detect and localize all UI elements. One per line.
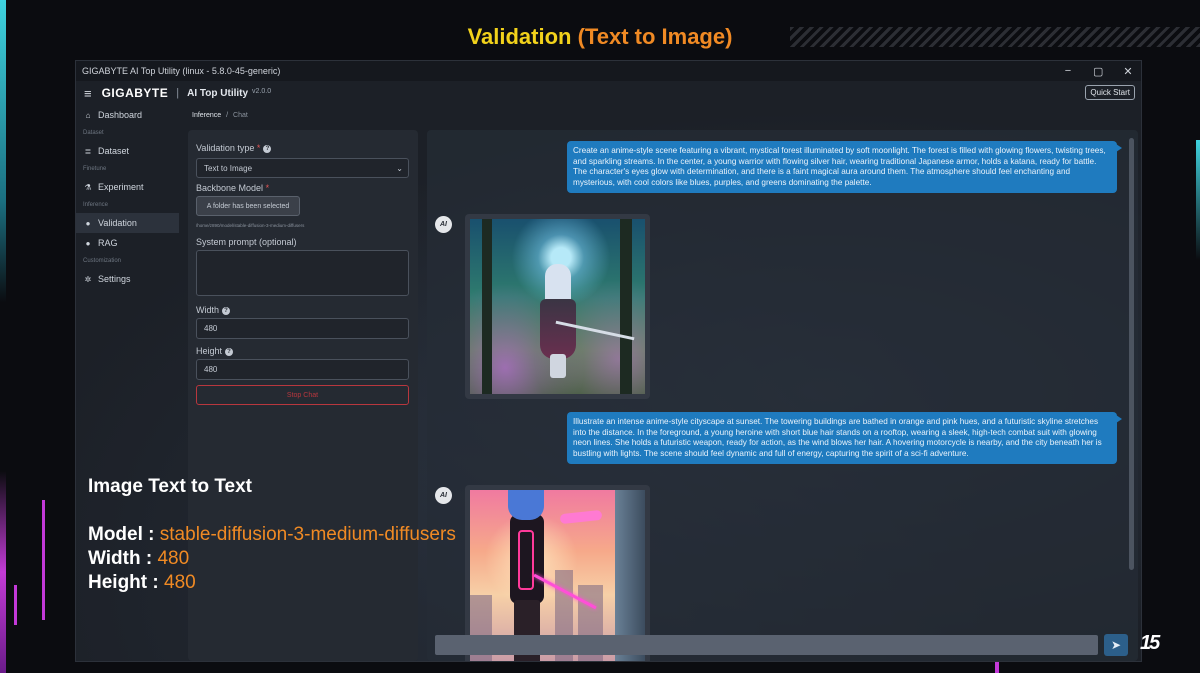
sidebar-item-validation[interactable]: ● Validation xyxy=(76,213,179,233)
sidebar-item-label: Dashboard xyxy=(98,110,143,120)
pink-bar-decoration xyxy=(14,585,17,625)
window-controls: − ▢ ✕ xyxy=(1063,61,1133,81)
app-name: AI Top Utility xyxy=(187,87,249,99)
window-title: GIGABYTE AI Top Utility (linux - 5.8.0-4… xyxy=(82,66,281,76)
sidebar: ⌂ Dashboard Dataset ≣ Dataset Finetune ⚗… xyxy=(76,105,179,289)
minimize-icon[interactable]: − xyxy=(1063,65,1073,77)
maximize-icon[interactable]: ▢ xyxy=(1093,65,1103,78)
sidebar-item-label: Experiment xyxy=(98,182,144,192)
width-label: Width? xyxy=(196,305,231,315)
help-icon[interactable]: ? xyxy=(263,145,272,153)
user-prompt-bubble: Create an anime-style scene featuring a … xyxy=(567,141,1122,194)
heroine-hair xyxy=(508,490,544,520)
window-titlebar: GIGABYTE AI Top Utility (linux - 5.8.0-4… xyxy=(76,61,1141,81)
app-version: v2.0.0 xyxy=(252,87,272,95)
chat-scrollbar[interactable] xyxy=(1129,138,1134,570)
backbone-model-label: Backbone Model * xyxy=(196,183,270,193)
database-icon: ≣ xyxy=(84,146,92,156)
chat-icon: ● xyxy=(85,238,91,248)
sidebar-section-finetune: Finetune xyxy=(83,166,107,172)
system-prompt-label: System prompt (optional) xyxy=(196,237,297,247)
send-icon: ➤ xyxy=(1110,638,1122,652)
annotation-height-value: 480 xyxy=(164,572,196,593)
left-edge-decoration xyxy=(0,0,6,673)
model-path-text: /home/z890/model/stable-diffusion-3-medi… xyxy=(196,223,305,228)
help-icon[interactable]: ? xyxy=(225,348,234,356)
validation-type-select[interactable]: Text to Image ⌄ xyxy=(196,158,409,178)
breadcrumb-current: Chat xyxy=(233,112,248,119)
sidebar-section-inference: Inference xyxy=(83,202,109,208)
sidebar-section-dataset: Dataset xyxy=(83,130,104,136)
sidebar-item-label: Settings xyxy=(98,274,131,284)
annotation-heading: Image Text to Text xyxy=(88,476,252,497)
select-folder-button[interactable]: A folder has been selected xyxy=(196,196,300,216)
brand-logo: GIGABYTE xyxy=(101,86,169,100)
annotation-model-value: stable-diffusion-3-medium-diffusers xyxy=(159,524,456,545)
help-icon[interactable]: ? xyxy=(222,307,231,315)
sidebar-item-label: Dataset xyxy=(98,146,130,156)
chat-panel: Create an anime-style scene featuring a … xyxy=(427,130,1138,661)
annotation-height-line: Height : 480 xyxy=(88,572,196,593)
chevron-down-icon: ⌄ xyxy=(396,163,403,173)
neon-lines xyxy=(518,530,534,590)
brand-separator: | xyxy=(176,87,180,99)
width-input[interactable]: 480 xyxy=(196,318,409,339)
user-prompt-bubble: Illustrate an intense anime-style citysc… xyxy=(567,412,1122,465)
slide-title-main: Validation xyxy=(467,24,572,49)
gear-icon: ✲ xyxy=(84,274,92,284)
sidebar-item-label: RAG xyxy=(98,238,118,248)
sidebar-item-experiment[interactable]: ⚗ Experiment xyxy=(76,177,179,197)
sidebar-item-settings[interactable]: ✲ Settings xyxy=(76,269,179,289)
height-input[interactable]: 480 xyxy=(196,359,409,380)
slide-logo: 15 xyxy=(1140,632,1160,654)
generated-image-card xyxy=(465,214,650,399)
validation-type-label: Validation type *? xyxy=(196,143,272,153)
height-label: Height? xyxy=(196,346,234,356)
slide-title: Validation (Text to Image) xyxy=(0,24,1200,50)
ai-avatar: AI xyxy=(435,216,452,233)
breadcrumb-separator: / xyxy=(226,112,229,119)
slide-title-sub: (Text to Image) xyxy=(577,24,733,49)
sidebar-item-dashboard[interactable]: ⌂ Dashboard xyxy=(76,105,179,125)
annotation-model-line: Model : stable-diffusion-3-medium-diffus… xyxy=(88,524,456,545)
pink-bar-decoration xyxy=(42,500,45,620)
close-icon[interactable]: ✕ xyxy=(1123,65,1133,78)
right-edge-decoration xyxy=(1196,140,1200,260)
sidebar-item-dataset[interactable]: ≣ Dataset xyxy=(76,141,179,161)
system-prompt-textarea[interactable] xyxy=(196,250,409,296)
chat-input[interactable] xyxy=(435,635,1098,655)
slide-annotation: Image Text to Text Model : stable-diffus… xyxy=(88,475,456,595)
validation-type-value: Text to Image xyxy=(204,163,253,173)
generated-image-forest-warrior[interactable] xyxy=(470,219,645,394)
breadcrumb: Inference / Chat xyxy=(192,112,248,119)
home-icon: ⌂ xyxy=(85,110,91,120)
sidebar-section-customization: Customization xyxy=(83,258,122,264)
flask-icon: ⚗ xyxy=(84,182,92,192)
tree-trunk xyxy=(620,219,632,394)
sidebar-item-label: Validation xyxy=(98,218,137,228)
pink-bar-decoration xyxy=(995,662,999,673)
tree-trunk xyxy=(482,219,492,394)
annotation-width-value: 480 xyxy=(157,548,190,569)
stop-chat-button[interactable]: Stop Chat xyxy=(196,385,409,405)
hover-vehicle-shape xyxy=(559,509,603,525)
chat-icon: ● xyxy=(85,218,91,228)
hamburger-menu-icon[interactable]: ≡ xyxy=(84,86,92,101)
sidebar-item-rag[interactable]: ● RAG xyxy=(76,233,179,253)
send-button[interactable]: ➤ xyxy=(1104,634,1128,656)
quick-start-button[interactable]: Quick Start xyxy=(1085,85,1135,100)
breadcrumb-parent[interactable]: Inference xyxy=(192,112,221,119)
app-header: ≡ GIGABYTE | AI Top Utility v2.0.0 Quick… xyxy=(76,81,1141,105)
annotation-width-line: Width : 480 xyxy=(88,548,190,569)
